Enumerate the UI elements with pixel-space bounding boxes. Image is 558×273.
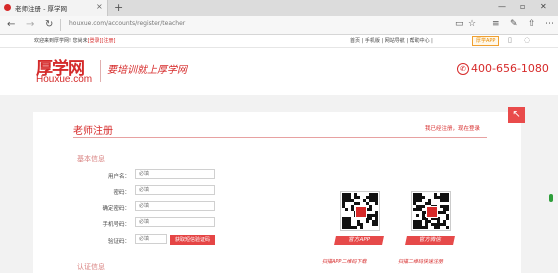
section-auth-info: 认证信息: [77, 263, 105, 271]
new-tab-button[interactable]: +: [114, 0, 123, 16]
welcome-text: 欢迎来到厚学网! 您尚未[登录][注册]: [34, 37, 115, 44]
tab-title: 老师注册 - 厚学网: [15, 5, 67, 13]
app-qr-ribbon: 官方APP: [334, 236, 384, 245]
qr-module: [437, 226, 440, 229]
address-bar[interactable]: houxue.com/accounts/register/teacher: [60, 19, 451, 31]
login-prompt-link[interactable]: 我已经注册，现在登录: [425, 124, 480, 132]
forward-button[interactable]: →: [26, 18, 34, 32]
hub-icon[interactable]: ≡: [492, 19, 500, 29]
confirm-password-label: 确定密码：: [102, 206, 130, 212]
back-to-top-button[interactable]: ↖: [508, 107, 525, 123]
qr-module: [446, 199, 449, 202]
favorites-star-icon[interactable]: ☆: [468, 19, 476, 29]
wechat-icon[interactable]: ◌: [524, 36, 530, 44]
qr-module: [446, 208, 449, 211]
qr-module: [422, 196, 425, 199]
qr-module: [345, 208, 348, 211]
username-label: 用户名：: [107, 174, 130, 180]
tab-close-button[interactable]: ×: [96, 2, 103, 11]
more-icon[interactable]: ⋯: [545, 19, 554, 29]
wechat-qr-caption: 扫描二维码快速注册: [398, 259, 444, 265]
slogan: 要培训就上厚学网: [100, 60, 187, 82]
logo-en: Houxue.com: [36, 74, 93, 85]
qr-module: [422, 205, 425, 208]
back-button[interactable]: ←: [7, 18, 15, 32]
qr-center-logo-icon: [355, 206, 367, 218]
browser-tab-bar: 老师注册 - 厚学网 × + — ▫ ✕: [0, 0, 558, 16]
qr-module: [360, 226, 363, 229]
browser-nav-bar: ← → ↻ houxue.com/accounts/register/teach…: [0, 16, 558, 35]
hotline: ✆ 400-656-1080: [457, 62, 549, 75]
qr-module: [425, 226, 428, 229]
get-sms-code-button[interactable]: 获取短信验证码: [170, 235, 215, 245]
site-logo[interactable]: 厚学网 Houxue.com: [36, 54, 92, 88]
qr-module: [357, 202, 360, 205]
qr-center-logo-icon: [426, 206, 438, 218]
app-qr-caption: 扫描APP二维码下载: [322, 259, 367, 265]
browser-tab[interactable]: 老师注册 - 厚学网 ×: [0, 0, 108, 16]
address-url: houxue.com/accounts/register/teacher: [69, 20, 186, 27]
qr-module: [419, 199, 422, 202]
top-nav-links[interactable]: 首页 | 手机版 | 网站导航 | 帮助中心 |: [350, 37, 433, 44]
qr-module: [354, 226, 357, 229]
qr-module: [366, 220, 369, 223]
confirm-password-input[interactable]: 必填: [135, 201, 215, 211]
captcha-label: 验证码：: [107, 239, 130, 245]
refresh-button[interactable]: ↻: [45, 18, 53, 32]
password-label: 密码：: [113, 190, 130, 196]
site-top-strip: 欢迎来到厚学网! 您尚未[登录][注册] 首页 | 手机版 | 网站导航 | 帮…: [0, 35, 558, 48]
app-qr-code: [340, 191, 380, 231]
title-divider: [73, 137, 487, 138]
phone-input[interactable]: 必填: [135, 217, 215, 227]
phone-label: 手机号码：: [102, 222, 130, 228]
qr-module: [375, 223, 378, 226]
qr-module: [416, 214, 419, 217]
username-input[interactable]: 必填: [135, 169, 215, 179]
site-favicon-icon: [4, 4, 11, 11]
page-scrollbar[interactable]: [548, 170, 554, 230]
captcha-input[interactable]: 必填: [135, 234, 167, 244]
web-note-icon[interactable]: ✎: [510, 19, 518, 29]
qr-module: [446, 217, 449, 220]
qr-module: [369, 208, 372, 211]
wechat-qr-ribbon: 官方微信: [405, 236, 455, 245]
wechat-qr-code: [411, 191, 451, 231]
site-header: 厚学网 Houxue.com 要培训就上厚学网 ✆ 400-656-1080: [0, 48, 558, 95]
password-input[interactable]: 必填: [135, 185, 215, 195]
qr-module: [375, 202, 378, 205]
section-basic-info: 基本信息: [77, 155, 105, 163]
minimize-button[interactable]: —: [498, 2, 506, 11]
page-title: 老师注册: [73, 126, 113, 137]
app-badge[interactable]: 厚学APP: [472, 36, 500, 46]
share-icon[interactable]: ⇧: [528, 19, 536, 29]
scroll-thumb[interactable]: [549, 194, 553, 202]
hotline-number: 400-656-1080: [471, 62, 549, 75]
login-link[interactable]: [登录]: [88, 38, 102, 44]
qr-module: [357, 196, 360, 199]
welcome-message: 欢迎来到厚学网! 您尚未: [34, 38, 88, 44]
phone-icon[interactable]: ▯: [508, 36, 512, 44]
reading-view-icon[interactable]: ▭: [455, 19, 464, 29]
phone-circle-icon: ✆: [457, 63, 469, 75]
qr-module: [446, 226, 449, 229]
register-link[interactable]: [注册]: [102, 38, 116, 44]
close-window-button[interactable]: ✕: [540, 2, 547, 11]
restore-button[interactable]: ▫: [520, 2, 525, 11]
